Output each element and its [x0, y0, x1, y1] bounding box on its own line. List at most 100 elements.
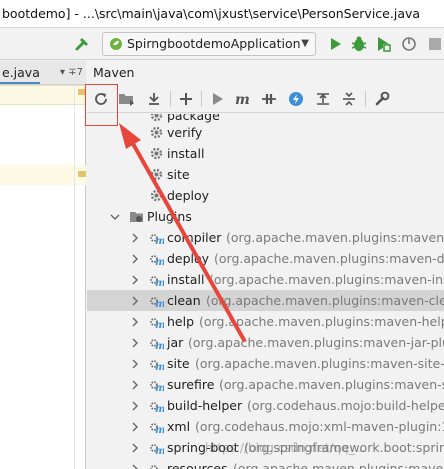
ide-window: { "window": { "title": "bootdemo] - ...\…: [0, 0, 444, 469]
lifecycle-label: install: [167, 146, 205, 161]
gear-icon: [150, 147, 163, 160]
toolbar-separator: [201, 91, 202, 107]
plugin-name: help: [167, 314, 195, 329]
maven-plugin-icon: m: [150, 381, 164, 392]
debug-icon[interactable]: [350, 35, 368, 53]
maven-plugin-icon: m: [150, 255, 164, 266]
plugin-item[interactable]: mxml (org.codehaus.mojo:xml-maven-plugin:…: [87, 416, 444, 437]
plugin-coordinates: (org.apache.maven.plugins:maven-install-: [209, 272, 444, 287]
maven-plugin-icon: m: [150, 465, 164, 469]
maven-plugin-icon: m: [150, 276, 164, 287]
profiler-icon[interactable]: [400, 35, 418, 53]
plugins-folder[interactable]: Plugins: [87, 206, 444, 227]
svg-text:m: m: [155, 404, 164, 413]
chevron-right-icon[interactable]: [129, 458, 141, 469]
run-goal-icon[interactable]: [206, 89, 228, 109]
plugin-item[interactable]: msite (org.apache.maven.plugins:maven-sit…: [87, 353, 444, 374]
editor-tab-label: e.java: [2, 65, 40, 80]
toolbar-separator: [365, 91, 366, 107]
plugin-name: install: [167, 272, 205, 287]
list-item[interactable]: site: [87, 164, 444, 185]
plugin-item[interactable]: mdeploy (org.apache.maven.plugins:maven-d…: [87, 248, 444, 269]
plugin-name: site: [167, 356, 190, 371]
plugin-item[interactable]: mjar (org.apache.maven.plugins:maven-jar-…: [87, 332, 444, 353]
add-folder-icon[interactable]: [116, 89, 138, 109]
maven-plugin-icon: m: [150, 444, 164, 455]
settings-wrench-icon[interactable]: [371, 89, 393, 109]
plugin-item[interactable]: mhelp (org.apache.maven.plugins:maven-hel…: [87, 311, 444, 332]
gear-icon: [150, 168, 163, 181]
plugin-item[interactable]: msurefire (org.apache.maven.plugins:maven…: [87, 374, 444, 395]
toggle-offline-icon[interactable]: [258, 89, 280, 109]
run-configuration-label: SpirngbootdemoApplication: [127, 36, 301, 51]
plugin-coordinates: (org.apache.maven.plugins:maven-jar-plug…: [188, 335, 444, 350]
run-icon[interactable]: [326, 35, 344, 53]
chevron-right-icon[interactable]: [129, 269, 141, 290]
chevron-right-icon[interactable]: [129, 227, 141, 248]
stop-icon[interactable]: [426, 35, 444, 53]
toolbar-separator: [170, 91, 171, 107]
chevron-right-icon[interactable]: [129, 332, 141, 353]
plugin-name: compiler: [167, 230, 222, 245]
download-icon[interactable]: [143, 89, 165, 109]
svg-text:m: m: [155, 299, 164, 308]
gear-icon: [150, 189, 163, 202]
list-item[interactable]: verify: [87, 122, 444, 143]
plugin-coordinates: (org.apache.maven.plugins:maven-compiler: [226, 230, 444, 245]
run-toolbar: SpirngbootdemoApplication ▼: [0, 28, 444, 60]
svg-text:m: m: [155, 320, 164, 329]
plugins-label: Plugins: [147, 209, 192, 224]
chevron-right-icon[interactable]: [129, 311, 141, 332]
maven-toolbar: m: [87, 85, 444, 113]
hammer-icon[interactable]: [74, 35, 92, 53]
chevron-down-icon[interactable]: [109, 206, 121, 227]
chevron-right-icon[interactable]: [129, 290, 141, 311]
lifecycle-label: deploy: [167, 188, 210, 203]
chevron-right-icon[interactable]: [129, 248, 141, 269]
editor-tab-bar: e.java ▾ ∓7: [0, 61, 86, 85]
plugin-coordinates: (org.apache.maven.plugins:maven-help-plu: [199, 314, 444, 329]
maven-plugin-icon: m: [150, 402, 164, 413]
gear-icon: [150, 126, 163, 139]
plugin-item[interactable]: mclean (org.apache.maven.plugins:maven-cl…: [87, 290, 444, 311]
plugin-coordinates: (org.apache.maven.plugins:maven-deploy: [214, 251, 444, 266]
maven-tool-window: Maven m package verify install site depl…: [87, 61, 444, 469]
dropdown-icon: ▼: [301, 38, 309, 49]
lifecycle-label: site: [167, 167, 190, 182]
skip-tests-icon[interactable]: [285, 89, 307, 109]
chevron-right-icon[interactable]: [129, 353, 141, 374]
execute-maven-icon[interactable]: m: [232, 89, 254, 109]
svg-text:m: m: [155, 362, 164, 371]
svg-text:m: m: [155, 446, 164, 455]
show-dependencies-icon[interactable]: [312, 89, 334, 109]
maven-plugin-icon: m: [150, 297, 164, 308]
plugin-coordinates: (org.codehaus.mojo:build-helper-m: [247, 398, 444, 413]
tab-menu-icon[interactable]: ▾ ∓7: [60, 61, 83, 84]
chevron-right-icon[interactable]: [129, 374, 141, 395]
coverage-icon[interactable]: [374, 35, 392, 53]
chevron-right-icon[interactable]: [129, 437, 141, 458]
plugin-item[interactable]: mbuild-helper (org.codehaus.mojo:build-he…: [87, 395, 444, 416]
chevron-right-icon[interactable]: [129, 416, 141, 437]
plugin-item[interactable]: minstall (org.apache.maven.plugins:maven-…: [87, 269, 444, 290]
run-configuration-select[interactable]: SpirngbootdemoApplication ▼: [102, 32, 316, 56]
maven-plugin-icon: m: [150, 360, 164, 371]
plugin-name: deploy: [167, 251, 210, 266]
add-icon[interactable]: [175, 89, 197, 109]
collapse-all-icon[interactable]: [338, 89, 360, 109]
plugin-name: resources: [167, 461, 228, 469]
window-title: bootdemo] - ...\src\main\java\com\jxust\…: [0, 0, 444, 28]
plugin-coordinates: (org.apache.maven.plugins:maven-: [233, 461, 444, 469]
plugin-item[interactable]: mresources (org.apache.maven.plugins:mave…: [87, 458, 444, 469]
reload-highlight-box: [85, 84, 118, 126]
plugin-item[interactable]: mcompiler (org.apache.maven.plugins:maven…: [87, 227, 444, 248]
plugins-folder-icon: [130, 212, 143, 222]
maven-plugin-icon: m: [150, 234, 164, 245]
spring-boot-icon: [110, 38, 122, 50]
chevron-right-icon[interactable]: [129, 395, 141, 416]
list-item[interactable]: install: [87, 143, 444, 164]
svg-text:m: m: [155, 236, 164, 245]
editor-tab[interactable]: e.java: [0, 61, 40, 84]
error-stripe-marker[interactable]: [78, 171, 86, 177]
list-item[interactable]: deploy: [87, 185, 444, 206]
